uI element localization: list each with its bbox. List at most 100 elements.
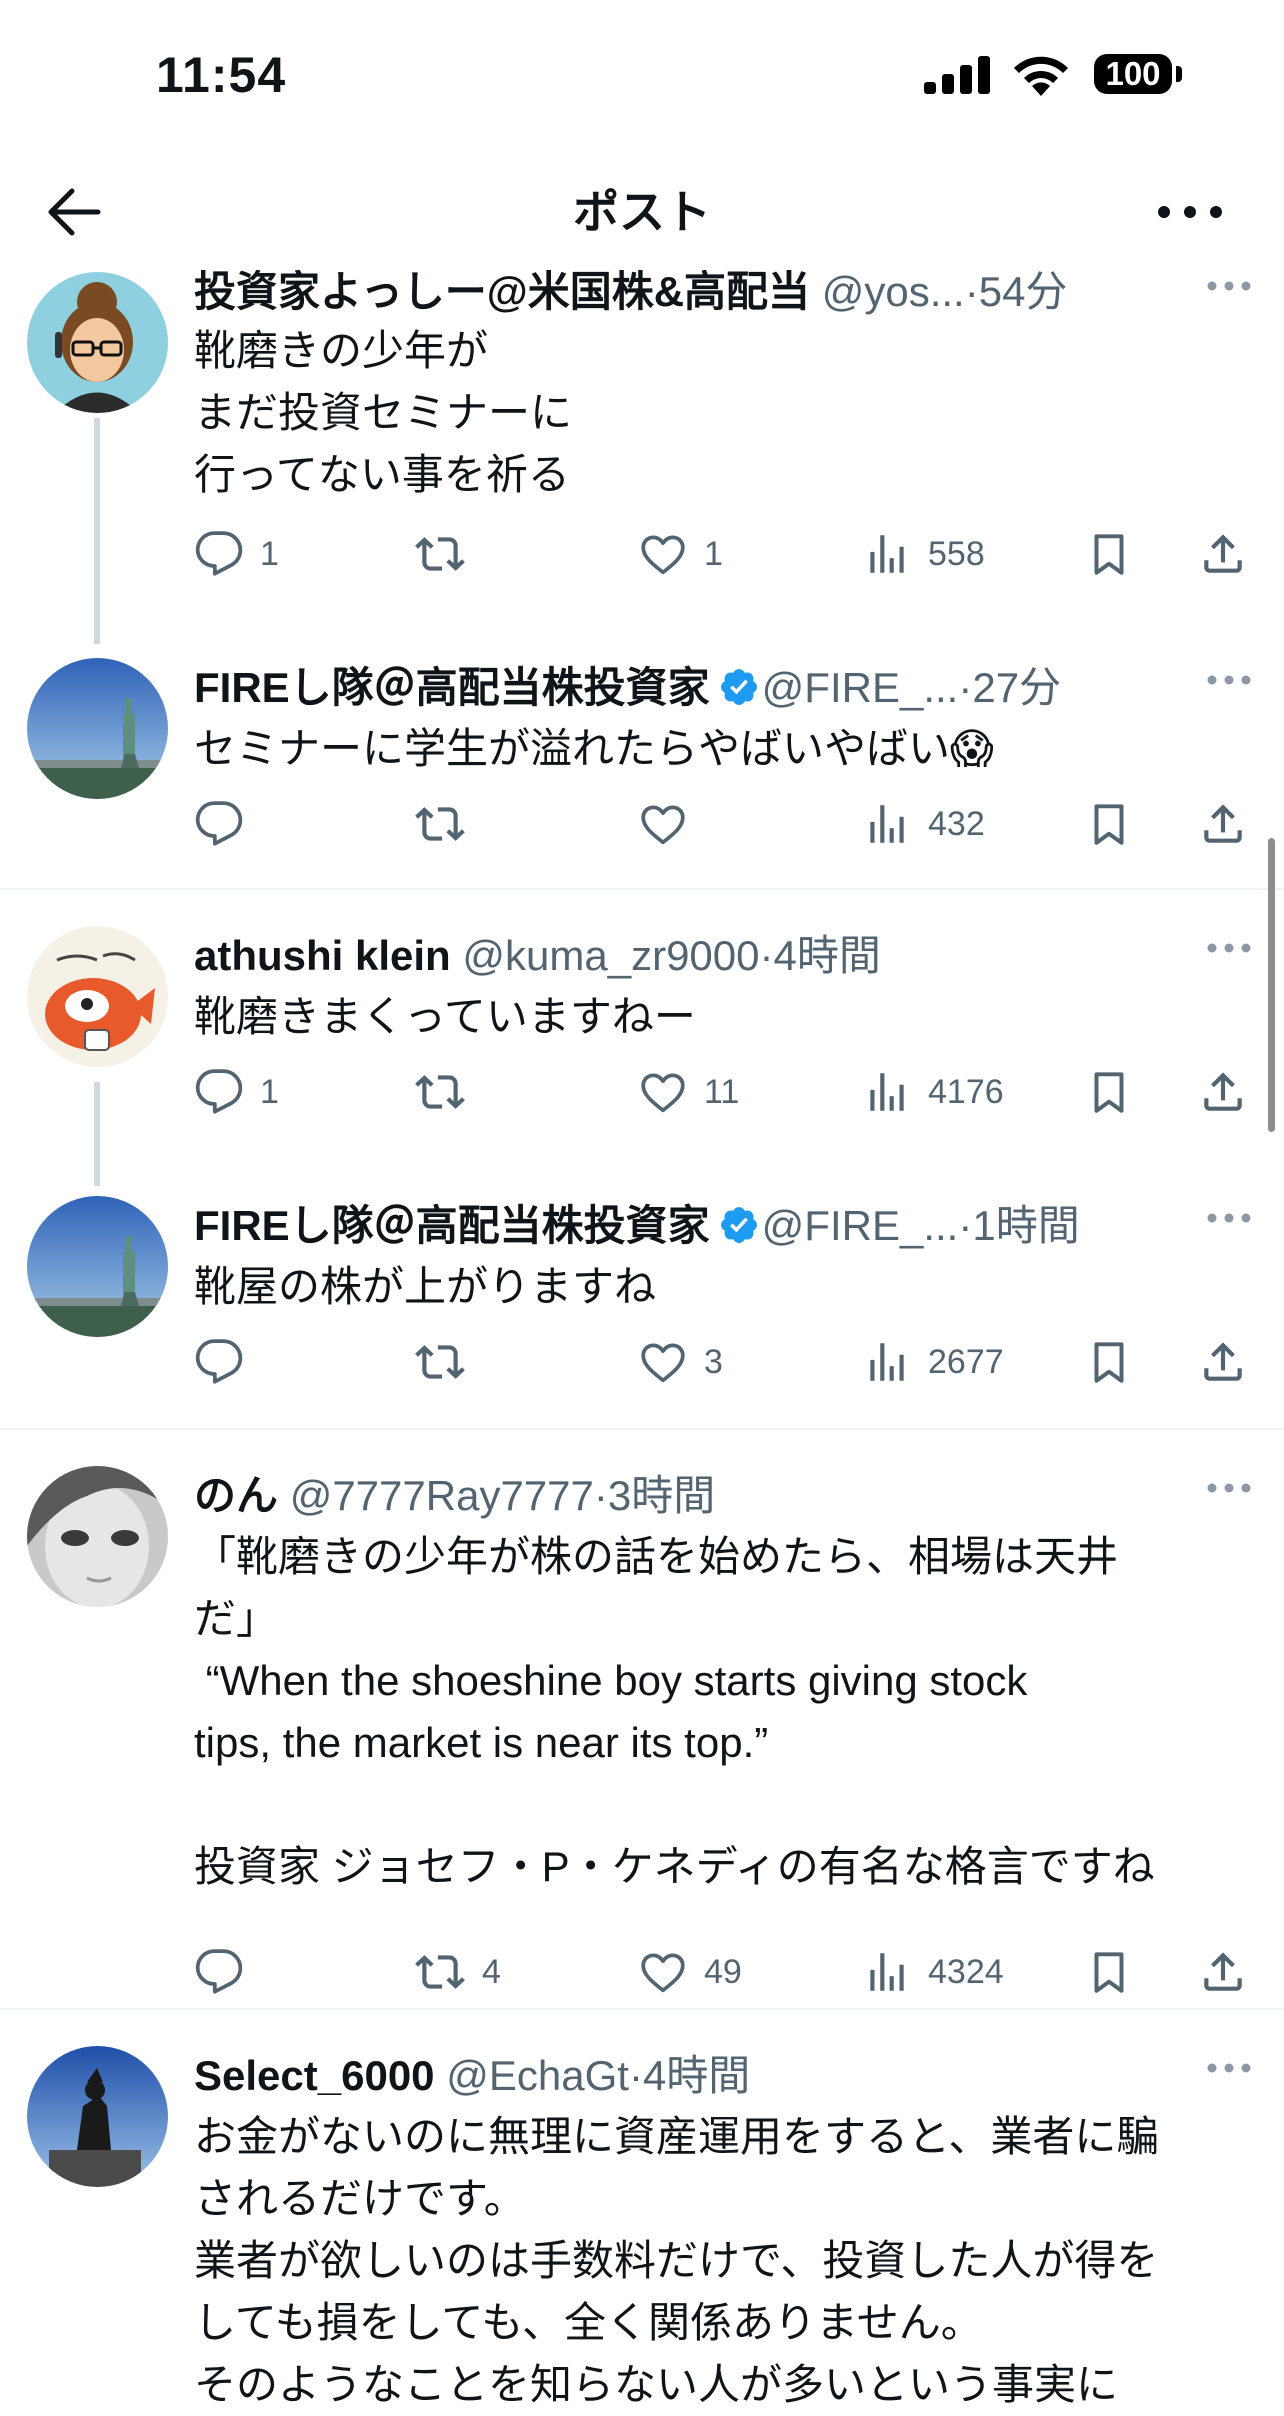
retweet-button[interactable] <box>414 1332 482 1392</box>
post-divider <box>0 1428 1284 1430</box>
views-button[interactable]: 4176 <box>862 1062 1004 1122</box>
bookmark-button[interactable] <box>1084 524 1134 584</box>
post-more-icon[interactable] <box>1204 2048 1254 2088</box>
view-count: 4176 <box>928 1072 1004 1111</box>
share-button[interactable] <box>1198 524 1248 584</box>
post-timestamp[interactable]: 27分 <box>972 664 1061 711</box>
post-text: 靴磨きまくっていますねー <box>194 993 696 1040</box>
display-name[interactable]: athushi klein <box>194 932 451 979</box>
post-actions: 432 <box>194 794 1254 854</box>
avatar[interactable] <box>27 1196 168 1337</box>
post-more-icon[interactable] <box>1204 266 1254 306</box>
post-timestamp[interactable]: 1時間 <box>972 1202 1079 1249</box>
post-more-icon[interactable] <box>1204 660 1254 700</box>
post-divider <box>0 888 1284 890</box>
separator-dot: · <box>759 932 774 979</box>
user-handle[interactable]: @yos... <box>822 268 965 315</box>
status-time: 11:54 <box>156 47 287 103</box>
scrollbar[interactable] <box>1268 838 1275 1132</box>
display-name[interactable]: Select_6000 <box>194 2052 435 2099</box>
post-more-icon[interactable] <box>1204 1198 1254 1238</box>
like-button[interactable]: 3 <box>638 1332 723 1392</box>
post-more-icon[interactable] <box>1204 928 1254 968</box>
reply-button[interactable] <box>194 1942 260 2002</box>
view-count: 4324 <box>928 1952 1004 1991</box>
separator-dot: · <box>958 1202 973 1249</box>
views-button[interactable]: 4324 <box>862 1942 1004 2002</box>
retweet-button[interactable]: 4 <box>414 1942 501 2002</box>
like-button[interactable]: 49 <box>638 1942 742 2002</box>
post-header: athushi klein @kuma_zr9000·4時間 <box>194 926 1174 986</box>
share-button[interactable] <box>1198 794 1248 854</box>
more-options-icon[interactable] <box>1150 180 1230 244</box>
like-button[interactable]: 1 <box>638 524 723 584</box>
post-actions: 1 11 4176 <box>194 1062 1254 1122</box>
post-timestamp[interactable]: 4時間 <box>774 932 881 979</box>
share-button[interactable] <box>1198 1332 1248 1392</box>
reply-button[interactable]: 1 <box>194 524 279 584</box>
user-handle[interactable]: @7777Ray7777 <box>290 1472 594 1519</box>
like-count: 1 <box>704 534 723 573</box>
bookmark-button[interactable] <box>1084 794 1134 854</box>
retweet-button[interactable] <box>414 524 482 584</box>
post-timestamp[interactable]: 3時間 <box>608 1472 715 1519</box>
views-button[interactable]: 558 <box>862 524 985 584</box>
post-text: お金がないのに無理に資産運用をすると、業者に騙 されるだけです。 業者が欲しいの… <box>194 2113 1159 2408</box>
post-header: Select_6000 @EchaGt·4時間 <box>194 2046 1174 2106</box>
user-handle[interactable]: @FIRE_... <box>762 664 959 711</box>
post-timestamp[interactable]: 54分 <box>979 268 1068 315</box>
bookmark-button[interactable] <box>1084 1332 1134 1392</box>
reply-button[interactable] <box>194 1332 260 1392</box>
separator-dot: · <box>628 2052 643 2099</box>
post-text: 「靴磨きの少年が株の話を始めたら、相場は天井 だ」 “When the shoe… <box>194 1533 1155 1890</box>
post-timestamp[interactable]: 4時間 <box>643 2052 750 2099</box>
verified-badge-icon <box>718 1204 760 1246</box>
reply-count: 1 <box>260 1072 279 1111</box>
display-name[interactable]: FIREし隊＠高配当株投資家 <box>194 664 710 711</box>
post-text: セミナーに学生が溢れたらやばいやばい😱 <box>194 725 994 772</box>
avatar[interactable] <box>27 658 168 799</box>
retweet-button[interactable] <box>414 1062 482 1122</box>
views-button[interactable]: 432 <box>862 794 985 854</box>
like-button[interactable]: 11 <box>638 1062 739 1122</box>
like-count: 11 <box>704 1072 740 1111</box>
post-text: 靴屋の株が上がりますね <box>194 1263 657 1310</box>
like-count: 49 <box>704 1952 742 1991</box>
bookmark-button[interactable] <box>1084 1062 1134 1122</box>
display-name[interactable]: FIREし隊＠高配当株投資家 <box>194 1202 710 1249</box>
post-actions: 1 1 558 <box>194 524 1254 584</box>
share-button[interactable] <box>1198 1062 1248 1122</box>
user-handle[interactable]: @EchaGt <box>446 2052 629 2099</box>
post-header: FIREし隊＠高配当株投資家 @FIRE_...·1時間 <box>194 1196 1174 1256</box>
display-name[interactable]: のん <box>194 1472 278 1519</box>
status-bar: 11:54 100 <box>0 0 1284 150</box>
reply-button[interactable] <box>194 794 260 854</box>
avatar[interactable] <box>27 2046 168 2187</box>
avatar[interactable] <box>27 1466 168 1607</box>
user-handle[interactable]: @FIRE_... <box>762 1202 959 1249</box>
bookmark-button[interactable] <box>1084 1942 1134 2002</box>
page-title: ポスト <box>573 186 711 238</box>
views-button[interactable]: 2677 <box>862 1332 1004 1392</box>
post-header: のん @7777Ray7777·3時間 <box>194 1466 1174 1526</box>
retweet-button[interactable] <box>414 794 482 854</box>
avatar[interactable] <box>27 272 168 413</box>
post-actions: 3 2677 <box>194 1332 1254 1392</box>
navigation-header: ポスト <box>0 150 1284 270</box>
battery-icon: 100 <box>1094 54 1172 94</box>
like-button[interactable] <box>638 794 704 854</box>
user-handle[interactable]: @kuma_zr9000 <box>462 932 759 979</box>
view-count: 558 <box>928 534 985 573</box>
post-more-icon[interactable] <box>1204 1468 1254 1508</box>
post-divider <box>0 2008 1284 2010</box>
display-name[interactable]: 投資家よっしー@米国株&高配当 <box>194 268 810 315</box>
view-count: 2677 <box>928 1342 1004 1381</box>
reply-count: 1 <box>260 534 279 573</box>
like-count: 3 <box>704 1342 723 1381</box>
thread-connector <box>94 418 100 644</box>
reply-button[interactable]: 1 <box>194 1062 279 1122</box>
view-count: 432 <box>928 804 985 843</box>
wifi-icon <box>1010 52 1072 96</box>
avatar[interactable] <box>27 926 168 1067</box>
share-button[interactable] <box>1198 1942 1248 2002</box>
